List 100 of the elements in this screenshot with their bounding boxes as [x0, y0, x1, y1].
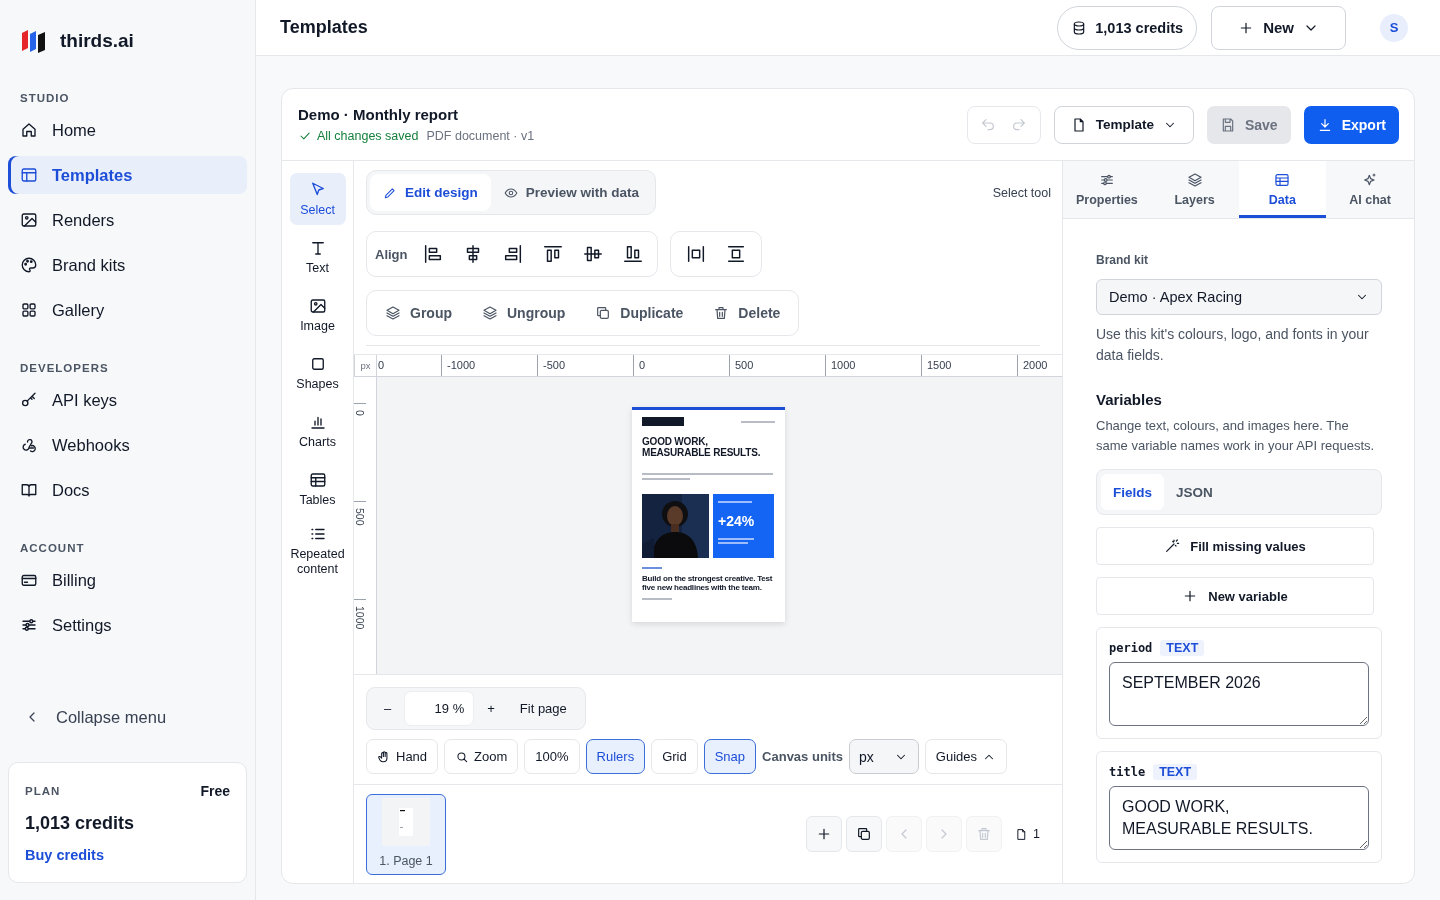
trash-icon [976, 826, 993, 842]
view-tab[interactable]: JSON [1164, 474, 1225, 510]
view-tab[interactable]: Fields [1101, 474, 1164, 510]
text-line [642, 598, 672, 601]
zoom-in-button[interactable]: + [474, 688, 508, 729]
mode-tab[interactable]: Edit design [370, 174, 491, 211]
text-line [718, 538, 754, 540]
tool-button[interactable]: Shapes [289, 347, 346, 399]
panel-tab[interactable]: Data [1238, 161, 1327, 218]
ruler-label: -1000 [441, 355, 537, 376]
panel-tab[interactable]: AI chat [1326, 161, 1414, 218]
action-button[interactable]: Ungroup [482, 305, 566, 321]
guides-button[interactable]: Guides [924, 739, 1007, 774]
brand-kit-dropdown[interactable]: Demo · Apex Racing [1096, 279, 1382, 315]
tool-button[interactable]: Select [289, 173, 346, 225]
toggle-button[interactable]: Zoom [444, 739, 519, 774]
canvas-units-label: Canvas units [762, 749, 843, 764]
stat-number: +24% [718, 513, 756, 529]
page-thumbnail-drawing [382, 797, 430, 846]
buy-credits-link[interactable]: Buy credits [25, 847, 104, 863]
template-button[interactable]: Template [1053, 105, 1194, 144]
units-dropdown[interactable]: px [849, 739, 919, 774]
text-line [642, 478, 690, 480]
ruler-label: 500 [729, 355, 825, 376]
section-heading: STUDIO [19, 92, 71, 104]
tool-hint: Select tool [992, 185, 1051, 200]
nav-item[interactable]: API keys [8, 381, 247, 419]
page-title: Templates [280, 17, 368, 38]
nav-item[interactable]: Brand kits [8, 246, 247, 284]
copy-icon [595, 305, 612, 321]
sliders-icon [1098, 172, 1115, 188]
fill-missing-button[interactable]: Fill missing values [1096, 527, 1374, 565]
action-button[interactable]: Group [385, 305, 452, 321]
nav-item[interactable]: Billing [8, 561, 247, 599]
panel-tab[interactable]: Layers [1150, 161, 1239, 218]
toggle-button[interactable]: Grid [651, 739, 698, 774]
action-button[interactable]: Duplicate [595, 305, 684, 321]
plan-name: Free [200, 783, 230, 799]
save-status: All changes saved [298, 129, 419, 143]
nav-item[interactable]: Home [8, 111, 247, 149]
tool-button[interactable]: Tables [289, 463, 346, 515]
fit-page-button[interactable]: Fit page [507, 688, 581, 729]
toggle-button[interactable]: Snap [703, 739, 757, 774]
ruler-label: 1000 [825, 355, 921, 376]
duplicate-page-button[interactable] [846, 816, 883, 852]
avatar[interactable]: S [1380, 13, 1408, 42]
toggle-button[interactable]: 100% [524, 739, 580, 774]
value-field[interactable]: GOOD WORK, MEASURABLE RESULTS. [1109, 786, 1369, 850]
nav-item[interactable]: Docs [8, 471, 247, 509]
book-icon [20, 481, 38, 499]
page-thumbnail[interactable]: 1. Page 1 [366, 793, 446, 875]
action-button[interactable]: Delete [713, 305, 781, 321]
nav-item[interactable]: Settings [8, 606, 247, 644]
palette-icon [20, 256, 38, 274]
export-button[interactable]: Export [1303, 105, 1399, 144]
panel-tab[interactable]: Properties [1063, 161, 1151, 218]
tool-button[interactable]: Image [289, 289, 346, 341]
align-label: Align [375, 246, 408, 262]
toggle-button[interactable]: Rulers [585, 739, 646, 774]
wand-icon [1164, 538, 1181, 554]
key-icon [20, 391, 38, 409]
webhook-icon [20, 436, 38, 454]
text-line [642, 567, 662, 569]
logo-icon [20, 27, 48, 55]
tool-button[interactable]: Repeated content [289, 521, 346, 581]
document-meta: PDF document · v1 [426, 129, 535, 143]
grid-icon [20, 301, 38, 319]
layers-icon [482, 305, 498, 321]
new-variable-button[interactable]: New variable [1096, 577, 1374, 615]
zoom-field[interactable]: 19 % [404, 691, 475, 726]
pencil-icon [383, 185, 397, 200]
collapse-menu-button[interactable]: Collapse menu [8, 702, 247, 732]
help-text: Change text, colours, and images here. The same variable names work in your API requests. [1096, 417, 1376, 455]
document-title: Demo · Monthly report [298, 106, 459, 123]
nav-item[interactable]: Templates [8, 156, 247, 194]
copy-icon [856, 826, 873, 842]
text-line [718, 501, 752, 503]
layout-icon [20, 166, 38, 184]
zoom-out-button[interactable]: – [371, 688, 405, 729]
new-button[interactable]: New [1211, 5, 1346, 50]
align-top-icon[interactable] [541, 243, 564, 265]
nav-item[interactable]: Gallery [8, 291, 247, 329]
redo-icon [1011, 116, 1028, 133]
nav-item[interactable]: Renders [8, 201, 247, 239]
toggle-button[interactable]: Hand [366, 739, 439, 774]
ruler-label: 500 [354, 501, 366, 599]
ruler-label: -500 [537, 355, 633, 376]
add-page-button[interactable] [806, 816, 843, 852]
nav-item[interactable]: Webhooks [8, 426, 247, 464]
value-field[interactable]: SEPTEMBER 2026 [1109, 662, 1369, 726]
ruler-label: 0 [377, 358, 386, 373]
eye-icon [503, 185, 518, 200]
undo-icon [980, 116, 997, 133]
tool-button[interactable]: Text [289, 231, 346, 283]
tool-button[interactable]: Charts [289, 405, 346, 457]
type-badge: TEXT [1160, 640, 1205, 656]
text-line [741, 420, 775, 423]
align-bottom-icon[interactable] [621, 243, 644, 265]
mode-tab[interactable]: Preview with data [490, 174, 653, 211]
page-count: 1 [1015, 827, 1040, 841]
